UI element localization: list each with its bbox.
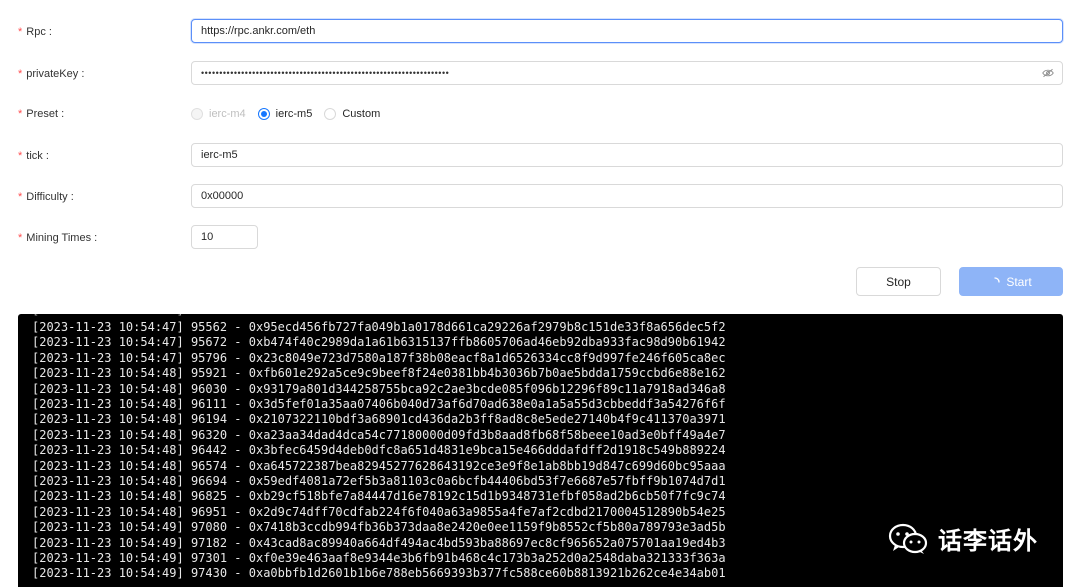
rpc-input[interactable]: https://rpc.ankr.com/eth <box>191 19 1063 43</box>
stop-button-label: Stop <box>886 274 911 289</box>
console-log-line: [2023-11-23 10:54:48] 96694 - 0x59edf408… <box>32 474 726 488</box>
watermark: 话李话外 <box>888 521 1038 556</box>
start-button-label: Start <box>1006 274 1032 289</box>
preset-label: * Preset : <box>18 108 65 120</box>
console-log-line: [2023-11-23 10:54:48] 96951 - 0x2d9c74df… <box>32 504 726 519</box>
tick-input[interactable]: ierc-m5 <box>191 143 1063 167</box>
console-log-line: [2023-11-23 10:54:47] 95562 - 0x95ecd456… <box>32 320 726 334</box>
private-key-row: * privateKey : ••••••••••••••••••••••••••… <box>0 61 1080 87</box>
rpc-label: * Rpc : <box>18 26 52 38</box>
difficulty-label: * Difficulty : <box>18 191 74 203</box>
console-log-line: [2023-11-23 10:54:49] 97430 - 0xa0bbfb1d… <box>32 566 726 581</box>
tick-row: * tick : ierc-m5 <box>0 143 1080 169</box>
preset-radio-group: ierc-m4 ierc-m5 Custom <box>191 101 392 127</box>
stop-button[interactable]: Stop <box>856 267 941 296</box>
console-log-line: [2023-11-23 10:54:49] 97182 - 0x43cad8ac… <box>32 535 726 550</box>
console-log-line: [2023-11-23 10:54:49] 97080 - 0x7418b3cc… <box>32 520 726 535</box>
console-log-line: [2023-11-23 10:54:48] 96111 - 0x3d5fef01… <box>32 397 726 411</box>
loading-spinner-icon <box>994 276 1000 283</box>
private-key-label: * privateKey : <box>18 68 85 80</box>
mining-times-input[interactable]: 10 <box>191 225 258 249</box>
radio-circle-icon <box>324 108 337 120</box>
eye-hidden-icon[interactable] <box>1042 68 1054 78</box>
console-log-line: [2023-11-23 10:54:48] 95921 - 0xfb601e29… <box>32 366 726 381</box>
difficulty-input[interactable]: 0x00000 <box>191 184 1063 208</box>
rpc-row: * Rpc : https://rpc.ankr.com/eth <box>0 19 1080 45</box>
console-log-line: [2023-11-23 10:54:48] 96825 - 0xb29cf518… <box>32 489 726 504</box>
tick-label: * tick : <box>18 150 49 162</box>
preset-row: * Preset : ierc-m4 ierc-m5 Custom <box>0 101 1080 127</box>
wechat-icon <box>888 523 928 554</box>
console-log-line: [2023-11-23 10:54:48] 96320 - 0xa23aa34d… <box>32 427 726 442</box>
start-button[interactable]: Start <box>959 267 1063 296</box>
mining-times-row: * Mining Times : 10 <box>0 225 1080 251</box>
watermark-text: 话李话外 <box>938 527 1038 555</box>
preset-option-custom[interactable]: Custom <box>324 108 380 120</box>
preset-option-ierc-m5[interactable]: ierc-m5 <box>257 108 312 120</box>
console-log-line: [2023-11-23 10:54:48] 96194 - 0x21073221… <box>32 412 726 427</box>
console-log-line: [2023-11-23 10:54:47] 95672 - 0xb474f40c… <box>32 335 726 350</box>
radio-circle-icon <box>191 108 203 120</box>
console-line-partial: [2023-11-23 10:54:47] 95443 - <box>32 314 249 318</box>
private-key-input[interactable]: ••••••••••••••••••••••••••••••••••••••••… <box>191 61 1063 85</box>
difficulty-row: * Difficulty : 0x00000 <box>0 184 1080 210</box>
radio-checked-icon <box>257 108 270 120</box>
console-log-line: [2023-11-23 10:54:48] 96030 - 0x93179a80… <box>32 381 726 396</box>
console-log-line: [2023-11-23 10:54:48] 96442 - 0x3bfec645… <box>32 443 726 458</box>
mining-times-label: * Mining Times : <box>18 232 98 244</box>
console-log-line: [2023-11-23 10:54:47] 95796 - 0x23c8049e… <box>32 350 726 365</box>
console-log-line: [2023-11-23 10:54:48] 96574 - 0xa6457223… <box>32 458 726 473</box>
private-key-masked-value: ••••••••••••••••••••••••••••••••••••••••… <box>201 68 450 78</box>
preset-option-ierc-m4: ierc-m4 <box>191 108 246 120</box>
console-log-line: [2023-11-23 10:54:49] 97301 - 0xf0e39e46… <box>32 551 726 565</box>
